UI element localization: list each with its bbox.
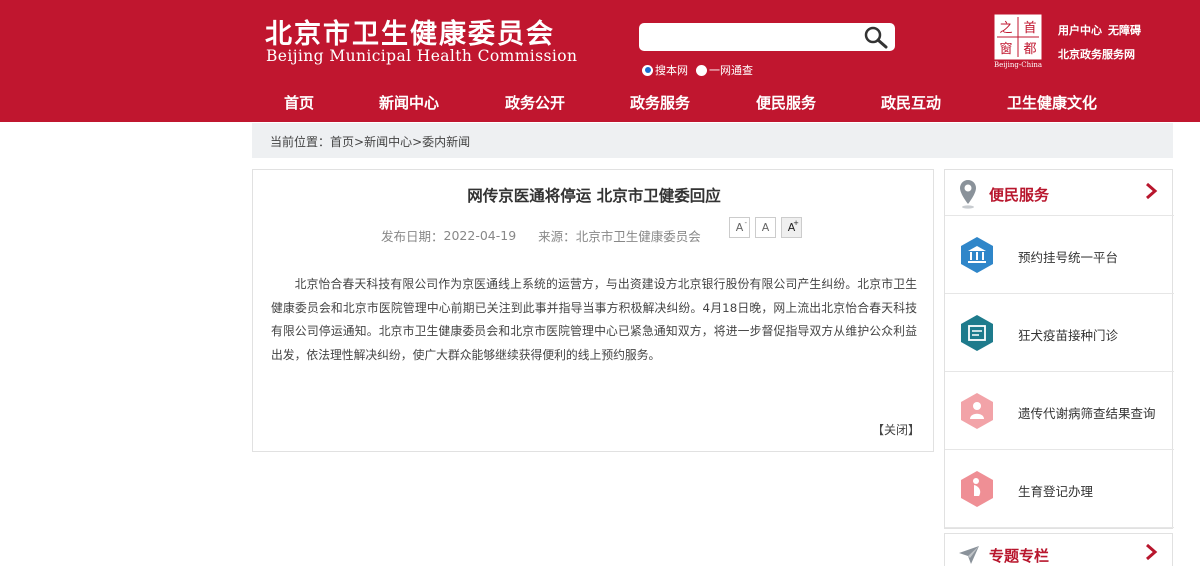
site-logo-cn[interactable]: 北京市卫生健康委员会 [265,12,555,51]
service-sidebar-title: 便民服务 [989,186,1050,204]
search-scope-radio-group: 搜本网 一网通查 [642,62,753,78]
breadcrumb-label: 当前位置： [270,135,331,149]
nav-interaction[interactable]: 政民互动 [881,92,941,113]
service-sidebar: 便民服务 预约挂号统一平台 狂犬疫苗接种门诊 遗传代谢病筛查结果查询 生育登记办… [944,169,1174,529]
service-item-label: 生育登记办理 [1018,484,1094,499]
article-title: 网传京医通将停运 北京市卫健委回应 [467,187,721,205]
location-pin-icon [960,180,976,209]
search-scope-all-label: 一网通查 [709,64,753,77]
site-logo-en[interactable]: Beijing Municipal Health Commission [266,47,577,65]
service-item-rabies-vaccine[interactable]: 狂犬疫苗接种门诊 [945,294,1174,372]
main-nav: 首页 新闻中心 政务公开 政务服务 便民服务 政民互动 卫生健康文化 [0,92,1200,118]
nav-health-culture[interactable]: 卫生健康文化 [1007,92,1097,113]
search-icon[interactable] [862,25,890,49]
close-button[interactable]: 【关闭】 [872,421,920,438]
service-item-label: 狂犬疫苗接种门诊 [1018,328,1119,343]
topics-sidebar-header[interactable]: 专题专栏 [944,533,1173,566]
nav-gov-info[interactable]: 政务公开 [505,92,565,113]
topics-sidebar-title: 专题专栏 [989,547,1050,565]
font-size-controls: A- A A + [729,217,802,238]
publish-date: 2022-04-19 [443,228,517,243]
baby-icon [961,393,993,429]
emblem-logo-icon: 之 首 窗 都 [993,13,1043,61]
chevron-right-icon[interactable] [1142,542,1160,562]
service-item-label: 预约挂号统一平台 [1018,250,1119,265]
source-label: 来源： [538,229,576,244]
nav-public-service[interactable]: 便民服务 [756,92,816,113]
article-panel: 网传京医通将停运 北京市卫健委回应 发布日期： 2022-04-19 来源： 北… [252,169,934,452]
nav-home[interactable]: 首页 [284,92,314,113]
breadcrumb-bar: 当前位置：首页>新闻中心>委内新闻 [252,123,1173,158]
service-item-label: 遗传代谢病筛查结果查询 [1018,406,1156,421]
radio-checked-icon[interactable] [642,64,653,76]
search-box [639,23,895,51]
breadcrumb: 当前位置：首页>新闻中心>委内新闻 [270,133,470,150]
font-decrease-button[interactable]: A- [729,217,750,238]
breadcrumb-path[interactable]: 首页>新闻中心>委内新闻 [330,135,470,149]
publish-date-label: 发布日期： [381,229,444,244]
article-body: 北京怡合春天科技有限公司作为京医通线上系统的运营方，与出资建设方北京银行股份有限… [271,277,917,362]
search-input[interactable] [647,27,857,47]
source: 北京市卫生健康委员会 [575,229,701,244]
accessibility-link[interactable]: 无障碍 [1108,22,1141,38]
svg-text:窗: 窗 [999,41,1012,57]
svg-text:首: 首 [1023,21,1036,36]
pregnancy-icon [961,471,993,507]
svg-text:之: 之 [999,21,1012,36]
bank-icon [961,237,993,273]
service-sidebar-header[interactable]: 便民服务 [945,170,1174,216]
service-item-birth-registration[interactable]: 生育登记办理 [945,450,1174,528]
nav-news[interactable]: 新闻中心 [379,92,439,113]
search-scope-site[interactable]: 搜本网 [642,62,688,78]
paper-plane-icon [959,546,979,564]
nav-gov-service[interactable]: 政务服务 [630,92,690,113]
syringe-icon [961,315,993,351]
article-meta: 发布日期： 2022-04-19 来源： 北京市卫生健康委员会 [381,226,701,245]
font-default-button[interactable]: A [755,217,776,238]
gov-service-link[interactable]: 北京政务服务网 [1058,46,1135,62]
chevron-right-icon[interactable] [1142,181,1160,201]
radio-unchecked-icon[interactable] [696,64,707,76]
font-increase-button[interactable]: A + [781,217,802,238]
search-scope-site-label: 搜本网 [655,64,688,77]
capital-window-emblem[interactable]: 之 首 窗 都 Beijing-China [990,13,1046,71]
site-header: 北京市卫生健康委员会 Beijing Municipal Health Comm… [0,0,1200,122]
search-scope-all[interactable]: 一网通查 [696,62,753,78]
service-item-genetic-screening[interactable]: 遗传代谢病筛查结果查询 [945,372,1174,450]
user-center-link[interactable]: 用户中心 [1058,22,1102,38]
emblem-caption: Beijing-China [993,61,1043,69]
service-item-appointment[interactable]: 预约挂号统一平台 [945,216,1174,294]
top-links: 用户中心 无障碍 北京政务服务网 [1058,22,1141,70]
svg-text:都: 都 [1023,42,1036,57]
